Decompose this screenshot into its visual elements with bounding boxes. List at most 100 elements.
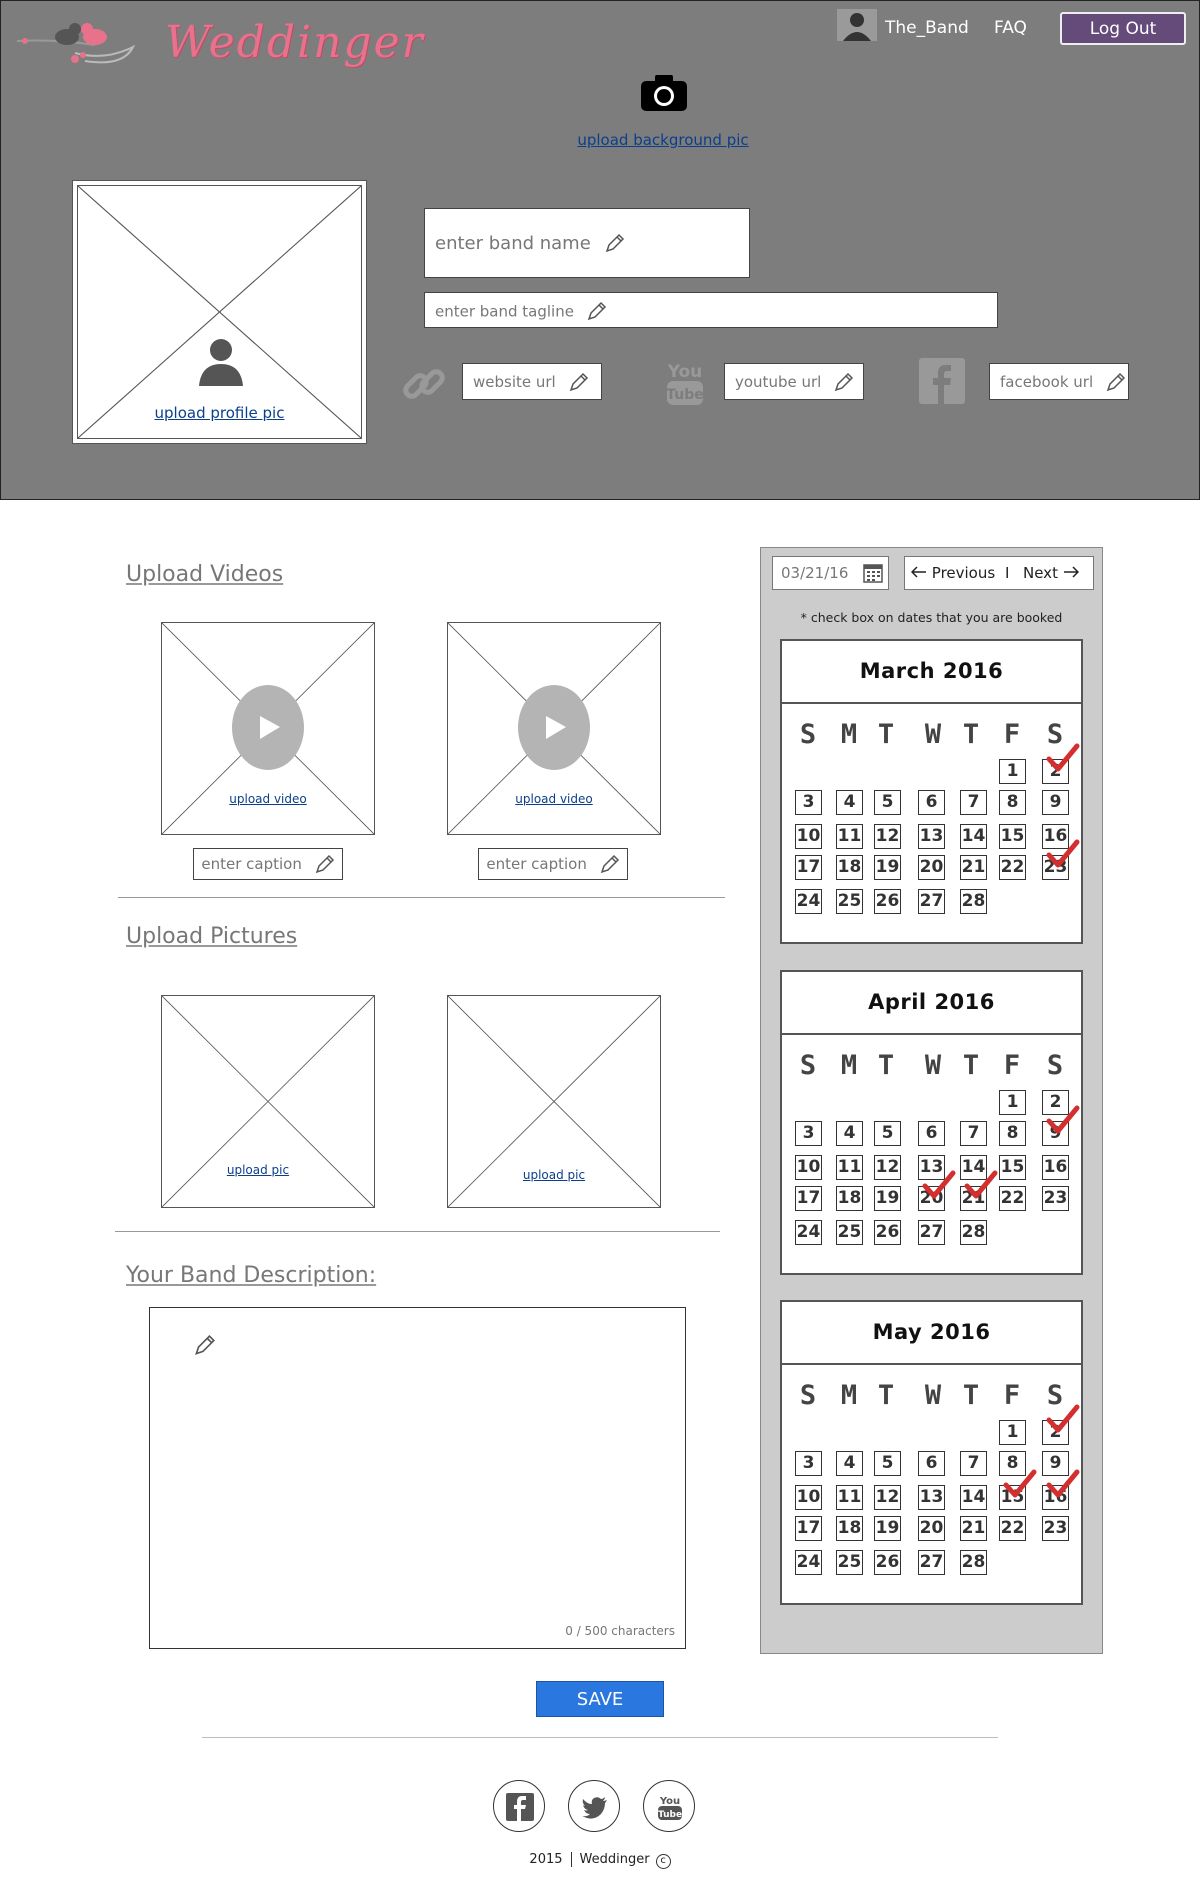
day-checkbox[interactable]: 24 bbox=[795, 1220, 822, 1245]
upload-pic-link[interactable]: upload pic bbox=[152, 1163, 364, 1177]
day-checkbox[interactable]: 3 bbox=[795, 1121, 822, 1146]
upload-background-link[interactable]: upload background pic bbox=[563, 131, 763, 149]
day-checkbox[interactable]: 6 bbox=[918, 1451, 945, 1476]
day-checkbox[interactable]: 7 bbox=[960, 1121, 987, 1146]
day-checkbox[interactable]: 6 bbox=[918, 790, 945, 815]
day-checkbox[interactable]: 17 bbox=[795, 855, 822, 880]
day-checkbox[interactable]: 27 bbox=[918, 889, 945, 914]
day-checkbox[interactable]: 4 bbox=[836, 790, 863, 815]
day-checkbox[interactable]: 7 bbox=[960, 790, 987, 815]
day-checkbox[interactable]: 28 bbox=[960, 1220, 987, 1245]
day-checkbox[interactable]: 21 bbox=[960, 1186, 987, 1211]
day-checkbox[interactable]: 19 bbox=[874, 1516, 901, 1541]
upload-video-link[interactable]: upload video bbox=[162, 792, 374, 806]
day-checkbox[interactable]: 12 bbox=[874, 824, 901, 849]
facebook-url-input[interactable]: facebook url bbox=[989, 363, 1129, 400]
video-caption-input[interactable]: enter caption bbox=[478, 848, 628, 880]
day-checkbox[interactable]: 11 bbox=[836, 1155, 863, 1180]
day-checkbox[interactable]: 16 bbox=[1042, 1155, 1069, 1180]
day-checkbox[interactable]: 11 bbox=[836, 1485, 863, 1510]
band-name-input[interactable]: enter band name bbox=[424, 208, 750, 278]
day-checkbox[interactable]: 19 bbox=[874, 1186, 901, 1211]
video-caption-input[interactable]: enter caption bbox=[193, 848, 343, 880]
day-checkbox[interactable]: 23 bbox=[1042, 1516, 1069, 1541]
logout-button[interactable]: Log Out bbox=[1060, 12, 1186, 45]
day-checkbox[interactable]: 8 bbox=[999, 790, 1026, 815]
day-checkbox[interactable]: 3 bbox=[795, 790, 822, 815]
day-checkbox[interactable]: 21 bbox=[960, 855, 987, 880]
day-checkbox[interactable]: 14 bbox=[960, 1485, 987, 1510]
weddinger-logo[interactable]: Weddinger bbox=[15, 11, 423, 71]
footer-twitter-button[interactable] bbox=[568, 1780, 620, 1832]
day-checkbox[interactable]: 18 bbox=[836, 855, 863, 880]
day-checkbox[interactable]: 10 bbox=[795, 1485, 822, 1510]
picture-upload-box[interactable]: upload pic bbox=[447, 995, 661, 1208]
day-checkbox[interactable]: 18 bbox=[836, 1186, 863, 1211]
video-upload-box[interactable]: upload video bbox=[447, 622, 661, 835]
day-checkbox[interactable]: 1 bbox=[999, 1090, 1026, 1115]
day-checkbox[interactable]: 8 bbox=[999, 1451, 1026, 1476]
day-checkbox[interactable]: 26 bbox=[874, 1550, 901, 1575]
user-avatar[interactable] bbox=[837, 9, 877, 41]
band-tagline-input[interactable]: enter band tagline bbox=[424, 292, 998, 328]
day-checkbox[interactable]: 24 bbox=[795, 1550, 822, 1575]
day-checkbox[interactable]: 5 bbox=[874, 790, 901, 815]
youtube-url-input[interactable]: youtube url bbox=[724, 363, 864, 400]
day-checkbox[interactable]: 20 bbox=[918, 855, 945, 880]
day-checkbox[interactable]: 12 bbox=[874, 1155, 901, 1180]
day-checkbox[interactable]: 25 bbox=[836, 1550, 863, 1575]
day-checkbox[interactable]: 18 bbox=[836, 1516, 863, 1541]
day-checkbox[interactable]: 6 bbox=[918, 1121, 945, 1146]
picture-upload-box[interactable]: upload pic bbox=[161, 995, 375, 1208]
day-checkbox[interactable]: 22 bbox=[999, 855, 1026, 880]
day-checkbox[interactable]: 1 bbox=[999, 759, 1026, 784]
day-checkbox[interactable]: 15 bbox=[999, 1485, 1026, 1510]
footer-facebook-button[interactable] bbox=[493, 1780, 545, 1832]
day-checkbox[interactable]: 14 bbox=[960, 1155, 987, 1180]
day-checkbox[interactable]: 25 bbox=[836, 1220, 863, 1245]
upload-profile-link[interactable]: upload profile pic bbox=[78, 404, 361, 422]
day-checkbox[interactable]: 27 bbox=[918, 1220, 945, 1245]
day-checkbox[interactable]: 24 bbox=[795, 889, 822, 914]
day-checkbox[interactable]: 10 bbox=[795, 824, 822, 849]
calendar-icon[interactable] bbox=[863, 563, 883, 583]
camera-icon[interactable] bbox=[639, 73, 689, 113]
day-checkbox[interactable]: 2 bbox=[1042, 1420, 1069, 1445]
day-checkbox[interactable]: 7 bbox=[960, 1451, 987, 1476]
footer-youtube-button[interactable]: You Tube bbox=[643, 1780, 695, 1832]
day-checkbox[interactable]: 2 bbox=[1042, 1090, 1069, 1115]
day-checkbox[interactable]: 27 bbox=[918, 1550, 945, 1575]
user-name[interactable]: The_Band bbox=[885, 18, 969, 38]
day-checkbox[interactable]: 22 bbox=[999, 1516, 1026, 1541]
day-checkbox[interactable]: 9 bbox=[1042, 790, 1069, 815]
video-upload-box[interactable]: upload video bbox=[161, 622, 375, 835]
upload-pic-link[interactable]: upload pic bbox=[448, 1168, 660, 1182]
next-month-button[interactable]: Next bbox=[1023, 557, 1079, 589]
website-url-input[interactable]: website url bbox=[462, 363, 602, 400]
day-checkbox[interactable]: 20 bbox=[918, 1516, 945, 1541]
day-checkbox[interactable]: 4 bbox=[836, 1121, 863, 1146]
day-checkbox[interactable]: 2 bbox=[1042, 759, 1069, 784]
profile-pic-placeholder[interactable]: upload profile pic bbox=[72, 180, 367, 444]
faq-link[interactable]: FAQ bbox=[994, 18, 1027, 38]
day-checkbox[interactable]: 9 bbox=[1042, 1451, 1069, 1476]
day-checkbox[interactable]: 19 bbox=[874, 855, 901, 880]
date-input[interactable]: 03/21/16 bbox=[772, 556, 889, 590]
day-checkbox[interactable]: 26 bbox=[874, 889, 901, 914]
day-checkbox[interactable]: 5 bbox=[874, 1451, 901, 1476]
day-checkbox[interactable]: 16 bbox=[1042, 824, 1069, 849]
day-checkbox[interactable]: 28 bbox=[960, 889, 987, 914]
day-checkbox[interactable]: 13 bbox=[918, 1485, 945, 1510]
day-checkbox[interactable]: 8 bbox=[999, 1121, 1026, 1146]
day-checkbox[interactable]: 17 bbox=[795, 1516, 822, 1541]
play-button[interactable] bbox=[232, 685, 304, 770]
day-checkbox[interactable]: 22 bbox=[999, 1186, 1026, 1211]
day-checkbox[interactable]: 5 bbox=[874, 1121, 901, 1146]
day-checkbox[interactable]: 14 bbox=[960, 824, 987, 849]
day-checkbox[interactable]: 15 bbox=[999, 1155, 1026, 1180]
band-description-textarea[interactable]: 0 / 500 characters bbox=[149, 1307, 686, 1649]
day-checkbox[interactable]: 25 bbox=[836, 889, 863, 914]
day-checkbox[interactable]: 28 bbox=[960, 1550, 987, 1575]
day-checkbox[interactable]: 23 bbox=[1042, 855, 1069, 880]
day-checkbox[interactable]: 21 bbox=[960, 1516, 987, 1541]
